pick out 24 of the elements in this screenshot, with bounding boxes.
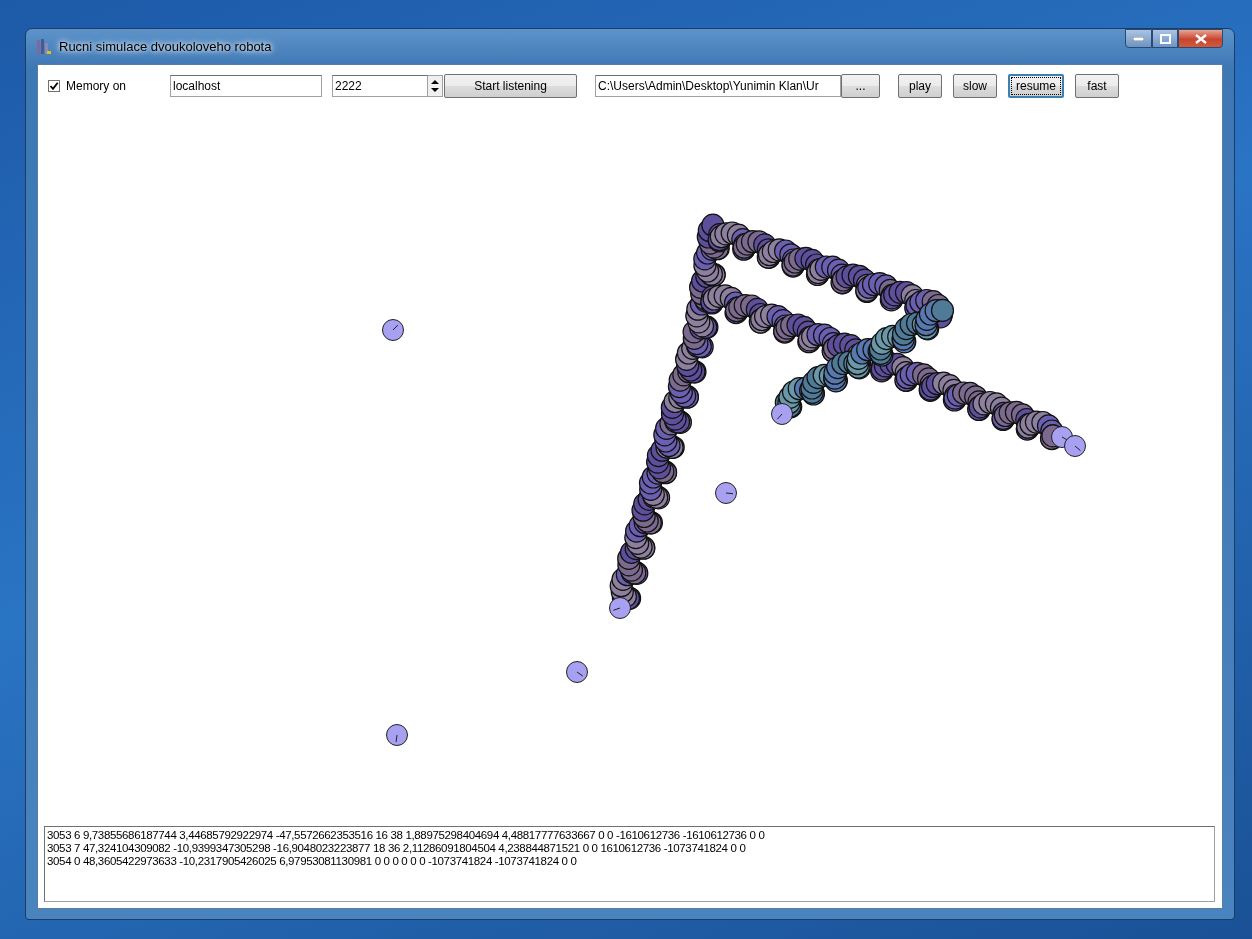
log-line: 3053 6 9,73855686187744 3,44685792922974 -47,5572662353516 16 38 1,88975298404694 4,48817777633667 0 0 -1610612736 -1610612736 0 0 xyxy=(47,829,766,842)
playback-button[interactable]: play xyxy=(898,73,942,98)
log-line: 3054 0 48,3605422973633 -10,2317905426025 6,97953081130981 0 0 0 0 0 0 -1073741824 -1073741824 0 0 xyxy=(47,855,578,868)
file-path-field[interactable]: C:\Users\Admin\Desktop\Yunimin Klan\Ur xyxy=(595,74,841,97)
playback-button[interactable]: resume xyxy=(1008,73,1064,98)
checkbox-label: Memory on xyxy=(66,78,127,93)
browse-button[interactable]: ... xyxy=(841,73,880,98)
log-textarea[interactable] xyxy=(44,826,1215,902)
playback-button[interactable]: fast xyxy=(1075,73,1119,98)
log-line: 3053 7 47,324104309082 -10,9399347305298 -16,9048023223877 18 36 2,11286091804504 4,238844871521 0 0 1610612736 -1073741824 0 0 xyxy=(47,842,747,855)
close-icon xyxy=(1194,33,1207,44)
minimize-button[interactable] xyxy=(1125,29,1152,48)
minimize-icon xyxy=(1133,36,1144,41)
port-field[interactable]: 2222 xyxy=(332,74,428,97)
maximize-button[interactable] xyxy=(1152,29,1178,48)
close-button[interactable] xyxy=(1178,29,1223,48)
app-icon xyxy=(35,37,53,56)
host-field[interactable]: localhost xyxy=(170,74,322,97)
maximize-icon xyxy=(1159,33,1171,44)
spinner-arrows-icon[interactable] xyxy=(428,74,443,97)
start-listening-button[interactable]: Start listening xyxy=(444,73,577,98)
memory-checkbox[interactable] xyxy=(48,79,60,92)
window-title: Rucni simulace dvoukoloveho robota xyxy=(59,39,272,54)
playback-button[interactable]: slow xyxy=(953,73,997,98)
